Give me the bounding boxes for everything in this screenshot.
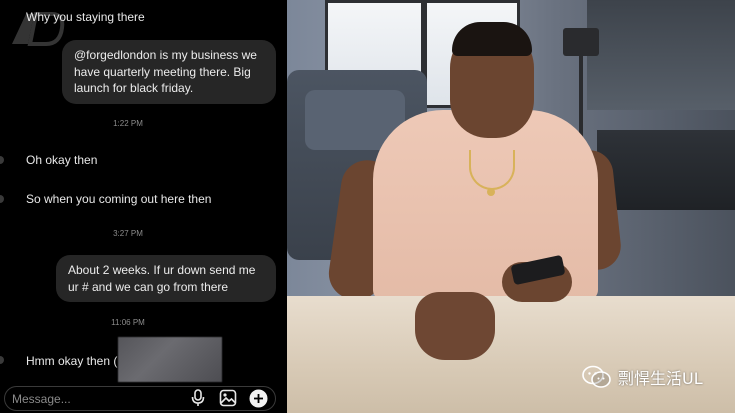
video-frame <box>287 0 735 413</box>
censor-blur <box>118 337 222 382</box>
chat-panel: Why you staying there @forgedlondon is m… <box>0 0 287 413</box>
microphone-icon[interactable] <box>188 388 208 408</box>
incoming-message[interactable]: Why you staying there <box>14 5 157 29</box>
desk <box>287 296 735 413</box>
message-timestamp: 1:22 PM <box>113 119 143 128</box>
sender-avatar[interactable] <box>0 356 4 364</box>
window-blind <box>587 0 735 110</box>
incoming-message[interactable]: So when you coming out here then <box>14 187 223 211</box>
person-hand-on-desk <box>415 292 495 360</box>
person-hair <box>452 22 532 56</box>
sender-avatar[interactable] <box>0 195 4 203</box>
necklace-pendant <box>487 188 495 196</box>
add-icon[interactable] <box>248 388 268 408</box>
outgoing-message[interactable]: @forgedlondon is my business we have qua… <box>62 40 276 104</box>
tv-stand <box>597 130 735 210</box>
message-input[interactable] <box>12 392 162 406</box>
outgoing-message[interactable]: About 2 weeks. If ur down send me ur # a… <box>56 255 276 302</box>
incoming-message[interactable]: Oh okay then <box>14 148 109 172</box>
sender-avatar[interactable] <box>0 156 4 164</box>
incoming-message[interactable]: Hmm okay then ( <box>14 349 129 373</box>
message-timestamp: 3:27 PM <box>113 229 143 238</box>
image-icon[interactable] <box>218 388 238 408</box>
wechat-icon <box>582 365 611 388</box>
lamp <box>563 28 599 56</box>
channel-watermark: 剽悍生活UL <box>582 365 703 389</box>
message-timestamp: 11:06 PM <box>111 318 145 327</box>
channel-name: 剽悍生活UL <box>618 369 703 388</box>
